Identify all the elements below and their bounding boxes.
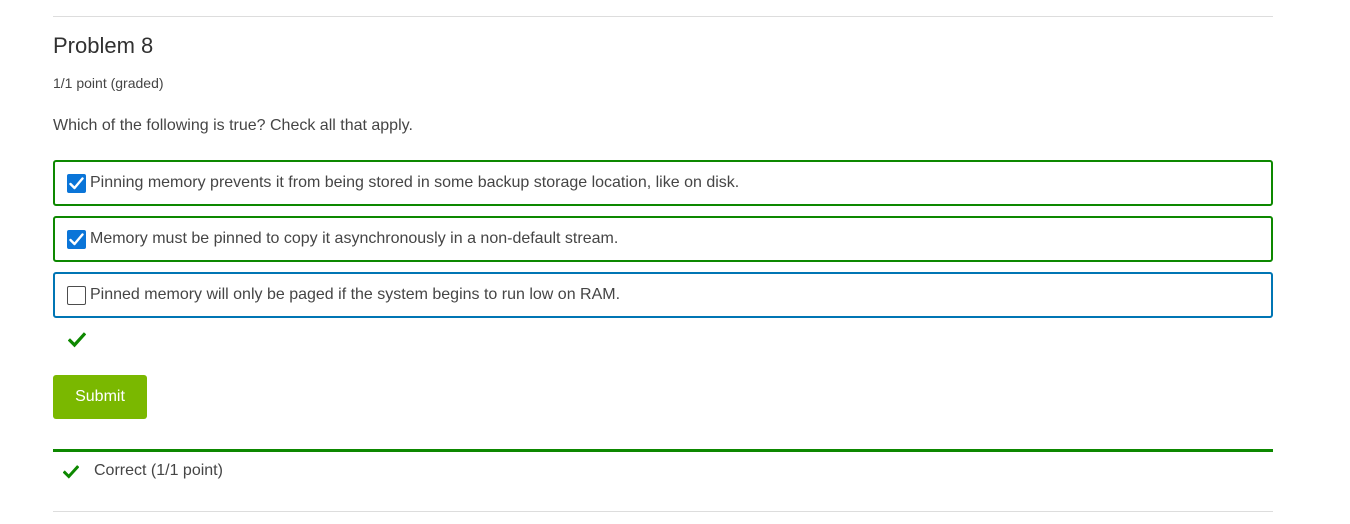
choice-option-2[interactable]: Memory must be pinned to copy it asynchr… bbox=[53, 216, 1273, 262]
choice-option-1[interactable]: Pinning memory prevents it from being st… bbox=[53, 160, 1273, 206]
bottom-divider bbox=[53, 511, 1273, 512]
choice-label: Pinned memory will only be paged if the … bbox=[90, 286, 621, 303]
choice-option-3[interactable]: Pinned memory will only be paged if the … bbox=[53, 272, 1273, 318]
checkbox-unchecked-icon[interactable] bbox=[67, 285, 86, 305]
top-divider bbox=[53, 16, 1273, 17]
checkbox-checked-icon[interactable] bbox=[67, 173, 86, 193]
problem-points: 1/1 point (graded) bbox=[53, 75, 164, 91]
status-divider bbox=[53, 449, 1273, 452]
question-text: Which of the following is true? Check al… bbox=[53, 117, 413, 134]
checkbox-checked-icon[interactable] bbox=[67, 229, 86, 249]
choice-label: Memory must be pinned to copy it asynchr… bbox=[90, 230, 619, 247]
problem-title: Problem 8 bbox=[53, 33, 154, 58]
status-message: Correct (1/1 point) bbox=[94, 462, 223, 479]
checkmark-icon bbox=[63, 465, 79, 479]
checkmark-icon bbox=[68, 332, 86, 348]
problem-container: Problem 8 1/1 point (graded) Which of th… bbox=[53, 0, 1273, 524]
choice-label: Pinning memory prevents it from being st… bbox=[90, 174, 740, 191]
submit-button[interactable]: Submit bbox=[53, 375, 147, 419]
